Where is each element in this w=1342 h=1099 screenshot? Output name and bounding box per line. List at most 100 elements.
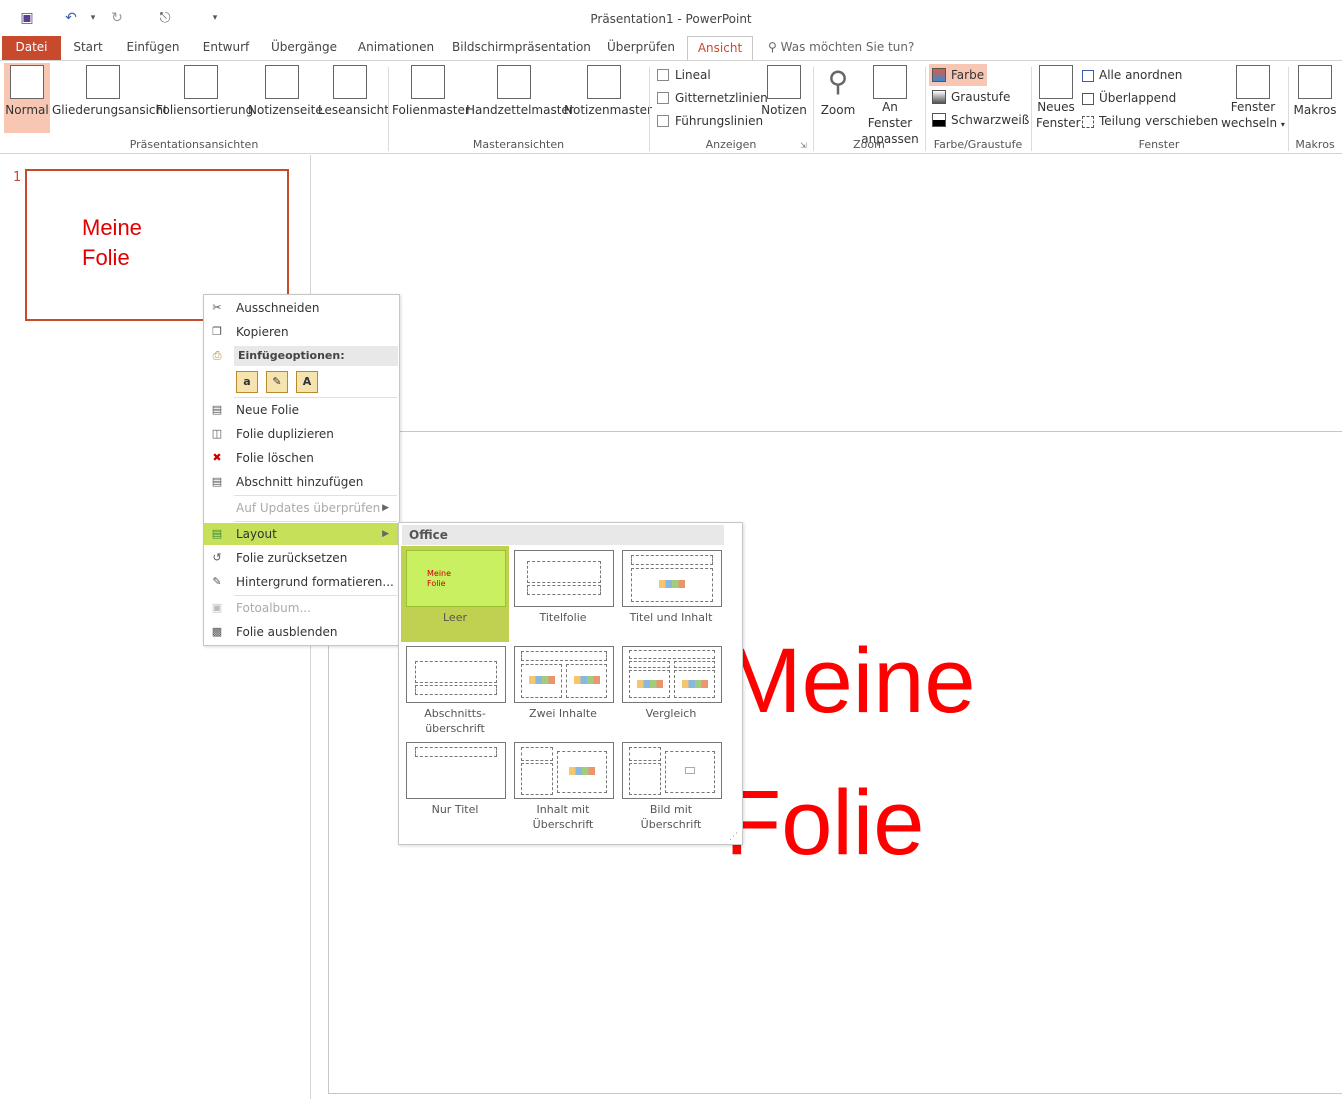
content-placeholder-icon [574,676,600,684]
paste-text-only-icon[interactable]: A [296,371,318,393]
layout-blank[interactable]: Meine Folie Leer [401,546,509,642]
tab-start[interactable]: Start [68,36,108,60]
scissors-icon: ✂ [212,301,222,314]
menu-separator [234,521,397,522]
layout-preview [514,550,614,607]
arrange-all-button[interactable]: Alle anordnen [1082,68,1182,82]
paste-keep-formatting-icon[interactable]: ✎ [266,371,288,393]
menu-item-hide-slide[interactable]: ▩ Folie ausblenden [204,621,399,643]
layout-preview [622,646,722,703]
menu-item-reset-slide[interactable]: ↺ Folie zurücksetzen [204,547,399,569]
color-button[interactable]: Farbe [929,64,987,86]
menu-separator [234,397,397,398]
paste-use-destination-icon[interactable]: a [236,371,258,393]
zoom-button[interactable]: ⚲ Zoom [818,63,858,133]
group-label-window: Fenster [1138,138,1180,151]
tell-me-search[interactable]: ⚲ Was möchten Sie tun? [768,40,914,54]
content-placeholder-icon [569,767,595,775]
menu-item-add-section[interactable]: ▤ Abschnitt hinzufügen [204,471,399,493]
menu-item-copy[interactable]: ❐ Kopieren [204,321,399,343]
layout-preview [622,550,722,607]
checkbox-icon [657,69,669,81]
layout-title-only[interactable]: Nur Titel [401,738,509,834]
move-split-button[interactable]: Teilung verschieben [1082,114,1218,128]
group-label-color: Farbe/Graustufe [933,138,1023,151]
tab-view[interactable]: Ansicht [687,36,753,61]
layout-preview [406,646,506,703]
submenu-arrow-icon: ▶ [382,503,389,513]
tab-slideshow[interactable]: Bildschirmpräsentation [452,36,591,60]
checkbox-icon [657,92,669,104]
gridlines-checkbox[interactable]: Gitternetzlinien [657,91,768,105]
layout-preview: Meine Folie [406,550,506,607]
outline-view-button[interactable]: Gliederungsansicht [52,63,168,133]
normal-view-icon [10,65,44,99]
handout-master-button[interactable]: Handzettelmaster [466,63,574,133]
menu-item-new-slide[interactable]: ▤ Neue Folie [204,399,399,421]
resize-grip-icon[interactable]: ⋰ [729,832,738,842]
layout-content-caption[interactable]: Inhalt mit Überschrift [509,738,617,834]
slide-title-text[interactable]: Meine Folie [725,610,976,894]
slide-sorter-button[interactable]: Foliensortierung [156,63,253,133]
grayscale-button[interactable]: Graustufe [932,90,1010,104]
duplicate-slide-icon: ◫ [211,427,223,440]
menu-item-delete-slide[interactable]: ✖ Folie löschen [204,447,399,469]
outline-view-icon [86,65,120,99]
fit-to-window-button[interactable]: An Fenster anpassen [860,63,920,146]
layout-section-header[interactable]: Abschnitts-überschrift [401,642,509,738]
notes-master-button[interactable]: Notizenmaster [564,63,652,133]
format-background-icon: ✎ [212,575,222,588]
notes-button[interactable]: Notizen [760,63,808,133]
layout-title-content[interactable]: Titel und Inhalt [617,546,725,642]
menu-item-duplicate-slide[interactable]: ◫ Folie duplizieren [204,423,399,445]
guides-checkbox[interactable]: Führungslinien [657,114,763,128]
content-placeholder-icon [659,580,685,588]
photo-album-icon: ▣ [211,601,223,614]
menu-item-cut[interactable]: ✂ Ausschneiden [204,297,399,319]
black-white-button[interactable]: Schwarzweiß [932,113,1029,127]
arrange-all-icon [1082,70,1094,82]
ruler-checkbox[interactable]: Lineal [657,68,711,82]
slide-master-icon [411,65,445,99]
menu-item-format-background[interactable]: ✎ Hintergrund formatieren... [204,571,399,593]
cascade-button[interactable]: Überlappend [1082,91,1176,105]
layout-preview [514,646,614,703]
reading-view-button[interactable]: Leseansicht [318,63,389,133]
notes-icon [767,65,801,99]
layout-icon: ▤ [211,527,223,540]
tab-review[interactable]: Überprüfen [604,36,678,60]
tab-design[interactable]: Entwurf [198,36,254,60]
macros-button[interactable]: Makros [1292,63,1338,133]
dialog-launcher-icon[interactable]: ⇲ [800,141,807,150]
layout-two-content[interactable]: Zwei Inhalte [509,642,617,738]
slide-number: 1 [13,170,22,185]
menu-item-layout[interactable]: ▤ Layout ▶ [204,523,399,545]
grayscale-swatch-icon [932,90,946,104]
layout-picture-caption[interactable]: Bild mit Überschrift [617,738,725,834]
tab-insert[interactable]: Einfügen [122,36,184,60]
macros-icon [1298,65,1332,99]
paste-options-header: Einfügeoptionen: [234,346,398,366]
new-window-button[interactable]: Neues Fenster [1036,63,1081,133]
tab-animations[interactable]: Animationen [354,36,438,60]
black-white-swatch-icon [932,113,946,127]
slide-master-button[interactable]: Folienmaster [392,63,470,133]
fit-to-window-icon [873,65,907,99]
slide-sorter-icon [184,65,218,99]
magnifier-icon: ⚲ [821,65,855,99]
hide-slide-icon: ▩ [211,625,223,638]
layout-comparison[interactable]: Vergleich [617,642,725,738]
ribbon-view: Normal Gliederungsansicht Foliensortieru… [0,60,1342,154]
reading-view-icon [333,65,367,99]
content-placeholder-icon [637,680,663,688]
tab-file[interactable]: Datei [2,36,61,60]
normal-view-button[interactable]: Normal [4,63,50,133]
layout-title-slide[interactable]: Titelfolie [509,546,617,642]
menu-item-check-updates: Auf Updates überprüfen ▶ [204,497,399,519]
notes-page-button[interactable]: Notizenseite [248,63,323,133]
tab-transitions[interactable]: Übergänge [268,36,340,60]
menu-separator [234,595,397,596]
group-label-zoom: Zoom [853,138,885,151]
layout-preview [406,742,506,799]
switch-windows-button[interactable]: Fenster wechseln ▾ [1220,63,1286,133]
